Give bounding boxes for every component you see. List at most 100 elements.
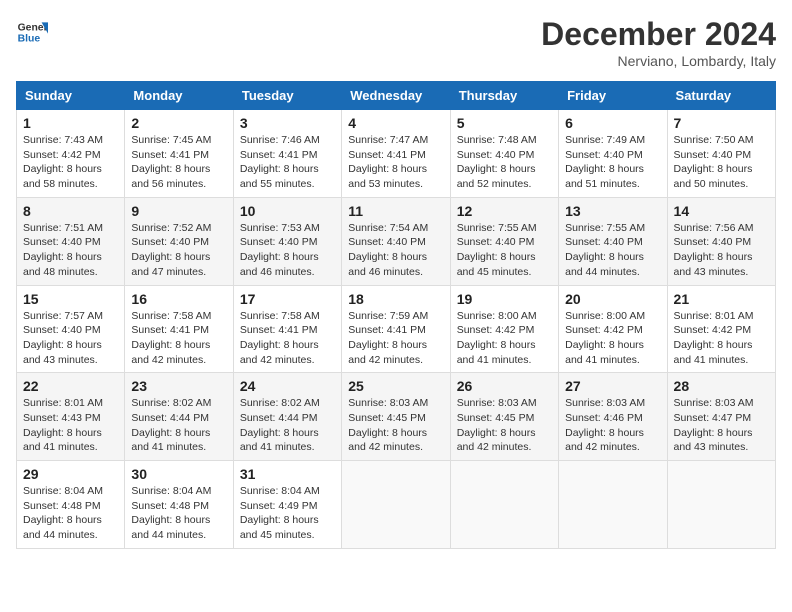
calendar-day-cell: 24 Sunrise: 8:02 AM Sunset: 4:44 PM Dayl…: [233, 373, 341, 461]
day-info: Sunrise: 7:57 AM Sunset: 4:40 PM Dayligh…: [23, 309, 118, 368]
day-number: 7: [674, 115, 769, 131]
day-info: Sunrise: 8:00 AM Sunset: 4:42 PM Dayligh…: [565, 309, 660, 368]
day-info: Sunrise: 7:49 AM Sunset: 4:40 PM Dayligh…: [565, 133, 660, 192]
title-block: December 2024 Nerviano, Lombardy, Italy: [541, 16, 776, 69]
calendar-week-row: 29 Sunrise: 8:04 AM Sunset: 4:48 PM Dayl…: [17, 461, 776, 549]
weekday-header-cell: Friday: [559, 82, 667, 110]
calendar-week-row: 22 Sunrise: 8:01 AM Sunset: 4:43 PM Dayl…: [17, 373, 776, 461]
calendar-day-cell: 16 Sunrise: 7:58 AM Sunset: 4:41 PM Dayl…: [125, 285, 233, 373]
day-number: 27: [565, 378, 660, 394]
calendar-day-cell: 17 Sunrise: 7:58 AM Sunset: 4:41 PM Dayl…: [233, 285, 341, 373]
day-number: 2: [131, 115, 226, 131]
day-info: Sunrise: 7:55 AM Sunset: 4:40 PM Dayligh…: [565, 221, 660, 280]
calendar-day-cell: 13 Sunrise: 7:55 AM Sunset: 4:40 PM Dayl…: [559, 197, 667, 285]
day-number: 8: [23, 203, 118, 219]
day-info: Sunrise: 7:45 AM Sunset: 4:41 PM Dayligh…: [131, 133, 226, 192]
day-number: 31: [240, 466, 335, 482]
day-number: 3: [240, 115, 335, 131]
day-info: Sunrise: 7:55 AM Sunset: 4:40 PM Dayligh…: [457, 221, 552, 280]
day-number: 5: [457, 115, 552, 131]
calendar-day-cell: 4 Sunrise: 7:47 AM Sunset: 4:41 PM Dayli…: [342, 110, 450, 198]
calendar-day-cell: 29 Sunrise: 8:04 AM Sunset: 4:48 PM Dayl…: [17, 461, 125, 549]
day-info: Sunrise: 7:54 AM Sunset: 4:40 PM Dayligh…: [348, 221, 443, 280]
day-number: 25: [348, 378, 443, 394]
calendar-day-cell: 5 Sunrise: 7:48 AM Sunset: 4:40 PM Dayli…: [450, 110, 558, 198]
day-number: 12: [457, 203, 552, 219]
weekday-header-cell: Thursday: [450, 82, 558, 110]
calendar-day-cell: 7 Sunrise: 7:50 AM Sunset: 4:40 PM Dayli…: [667, 110, 775, 198]
day-info: Sunrise: 7:43 AM Sunset: 4:42 PM Dayligh…: [23, 133, 118, 192]
logo-icon: General Blue: [16, 16, 48, 48]
day-info: Sunrise: 8:03 AM Sunset: 4:46 PM Dayligh…: [565, 396, 660, 455]
day-number: 26: [457, 378, 552, 394]
logo: General Blue: [16, 16, 48, 48]
calendar-week-row: 8 Sunrise: 7:51 AM Sunset: 4:40 PM Dayli…: [17, 197, 776, 285]
day-number: 28: [674, 378, 769, 394]
day-info: Sunrise: 8:00 AM Sunset: 4:42 PM Dayligh…: [457, 309, 552, 368]
day-number: 23: [131, 378, 226, 394]
calendar-day-cell: 20 Sunrise: 8:00 AM Sunset: 4:42 PM Dayl…: [559, 285, 667, 373]
day-number: 11: [348, 203, 443, 219]
day-number: 9: [131, 203, 226, 219]
day-info: Sunrise: 7:47 AM Sunset: 4:41 PM Dayligh…: [348, 133, 443, 192]
calendar-day-cell: 6 Sunrise: 7:49 AM Sunset: 4:40 PM Dayli…: [559, 110, 667, 198]
svg-text:Blue: Blue: [18, 34, 41, 45]
day-number: 14: [674, 203, 769, 219]
day-number: 6: [565, 115, 660, 131]
calendar-day-cell: 31 Sunrise: 8:04 AM Sunset: 4:49 PM Dayl…: [233, 461, 341, 549]
calendar-day-cell: 18 Sunrise: 7:59 AM Sunset: 4:41 PM Dayl…: [342, 285, 450, 373]
calendar-day-cell: 8 Sunrise: 7:51 AM Sunset: 4:40 PM Dayli…: [17, 197, 125, 285]
calendar-day-cell: 10 Sunrise: 7:53 AM Sunset: 4:40 PM Dayl…: [233, 197, 341, 285]
day-info: Sunrise: 7:53 AM Sunset: 4:40 PM Dayligh…: [240, 221, 335, 280]
day-info: Sunrise: 8:01 AM Sunset: 4:42 PM Dayligh…: [674, 309, 769, 368]
day-info: Sunrise: 7:50 AM Sunset: 4:40 PM Dayligh…: [674, 133, 769, 192]
day-number: 17: [240, 291, 335, 307]
calendar-day-cell: 23 Sunrise: 8:02 AM Sunset: 4:44 PM Dayl…: [125, 373, 233, 461]
day-info: Sunrise: 7:51 AM Sunset: 4:40 PM Dayligh…: [23, 221, 118, 280]
day-number: 30: [131, 466, 226, 482]
day-info: Sunrise: 7:59 AM Sunset: 4:41 PM Dayligh…: [348, 309, 443, 368]
page-header: General Blue December 2024 Nerviano, Lom…: [16, 16, 776, 69]
location: Nerviano, Lombardy, Italy: [541, 53, 776, 69]
day-info: Sunrise: 8:04 AM Sunset: 4:49 PM Dayligh…: [240, 484, 335, 543]
calendar-day-cell: 26 Sunrise: 8:03 AM Sunset: 4:45 PM Dayl…: [450, 373, 558, 461]
calendar-week-row: 15 Sunrise: 7:57 AM Sunset: 4:40 PM Dayl…: [17, 285, 776, 373]
calendar-day-cell: [559, 461, 667, 549]
weekday-header-cell: Tuesday: [233, 82, 341, 110]
calendar-week-row: 1 Sunrise: 7:43 AM Sunset: 4:42 PM Dayli…: [17, 110, 776, 198]
calendar-day-cell: 21 Sunrise: 8:01 AM Sunset: 4:42 PM Dayl…: [667, 285, 775, 373]
day-info: Sunrise: 7:58 AM Sunset: 4:41 PM Dayligh…: [240, 309, 335, 368]
calendar-day-cell: 1 Sunrise: 7:43 AM Sunset: 4:42 PM Dayli…: [17, 110, 125, 198]
day-number: 29: [23, 466, 118, 482]
day-number: 18: [348, 291, 443, 307]
weekday-header-cell: Saturday: [667, 82, 775, 110]
day-number: 21: [674, 291, 769, 307]
day-info: Sunrise: 7:56 AM Sunset: 4:40 PM Dayligh…: [674, 221, 769, 280]
calendar-day-cell: 9 Sunrise: 7:52 AM Sunset: 4:40 PM Dayli…: [125, 197, 233, 285]
day-info: Sunrise: 7:52 AM Sunset: 4:40 PM Dayligh…: [131, 221, 226, 280]
day-number: 10: [240, 203, 335, 219]
calendar-body: 1 Sunrise: 7:43 AM Sunset: 4:42 PM Dayli…: [17, 110, 776, 549]
calendar-day-cell: 3 Sunrise: 7:46 AM Sunset: 4:41 PM Dayli…: [233, 110, 341, 198]
calendar-day-cell: 11 Sunrise: 7:54 AM Sunset: 4:40 PM Dayl…: [342, 197, 450, 285]
calendar-day-cell: 2 Sunrise: 7:45 AM Sunset: 4:41 PM Dayli…: [125, 110, 233, 198]
weekday-header-cell: Sunday: [17, 82, 125, 110]
day-info: Sunrise: 8:04 AM Sunset: 4:48 PM Dayligh…: [131, 484, 226, 543]
month-title: December 2024: [541, 16, 776, 53]
day-number: 1: [23, 115, 118, 131]
day-number: 13: [565, 203, 660, 219]
day-info: Sunrise: 8:02 AM Sunset: 4:44 PM Dayligh…: [131, 396, 226, 455]
weekday-header-cell: Monday: [125, 82, 233, 110]
calendar-day-cell: 28 Sunrise: 8:03 AM Sunset: 4:47 PM Dayl…: [667, 373, 775, 461]
calendar-day-cell: [667, 461, 775, 549]
calendar-table: SundayMondayTuesdayWednesdayThursdayFrid…: [16, 81, 776, 549]
day-number: 15: [23, 291, 118, 307]
day-info: Sunrise: 8:04 AM Sunset: 4:48 PM Dayligh…: [23, 484, 118, 543]
day-info: Sunrise: 7:48 AM Sunset: 4:40 PM Dayligh…: [457, 133, 552, 192]
calendar-day-cell: [450, 461, 558, 549]
calendar-day-cell: 19 Sunrise: 8:00 AM Sunset: 4:42 PM Dayl…: [450, 285, 558, 373]
calendar-day-cell: 12 Sunrise: 7:55 AM Sunset: 4:40 PM Dayl…: [450, 197, 558, 285]
day-number: 20: [565, 291, 660, 307]
calendar-day-cell: 14 Sunrise: 7:56 AM Sunset: 4:40 PM Dayl…: [667, 197, 775, 285]
day-info: Sunrise: 7:46 AM Sunset: 4:41 PM Dayligh…: [240, 133, 335, 192]
